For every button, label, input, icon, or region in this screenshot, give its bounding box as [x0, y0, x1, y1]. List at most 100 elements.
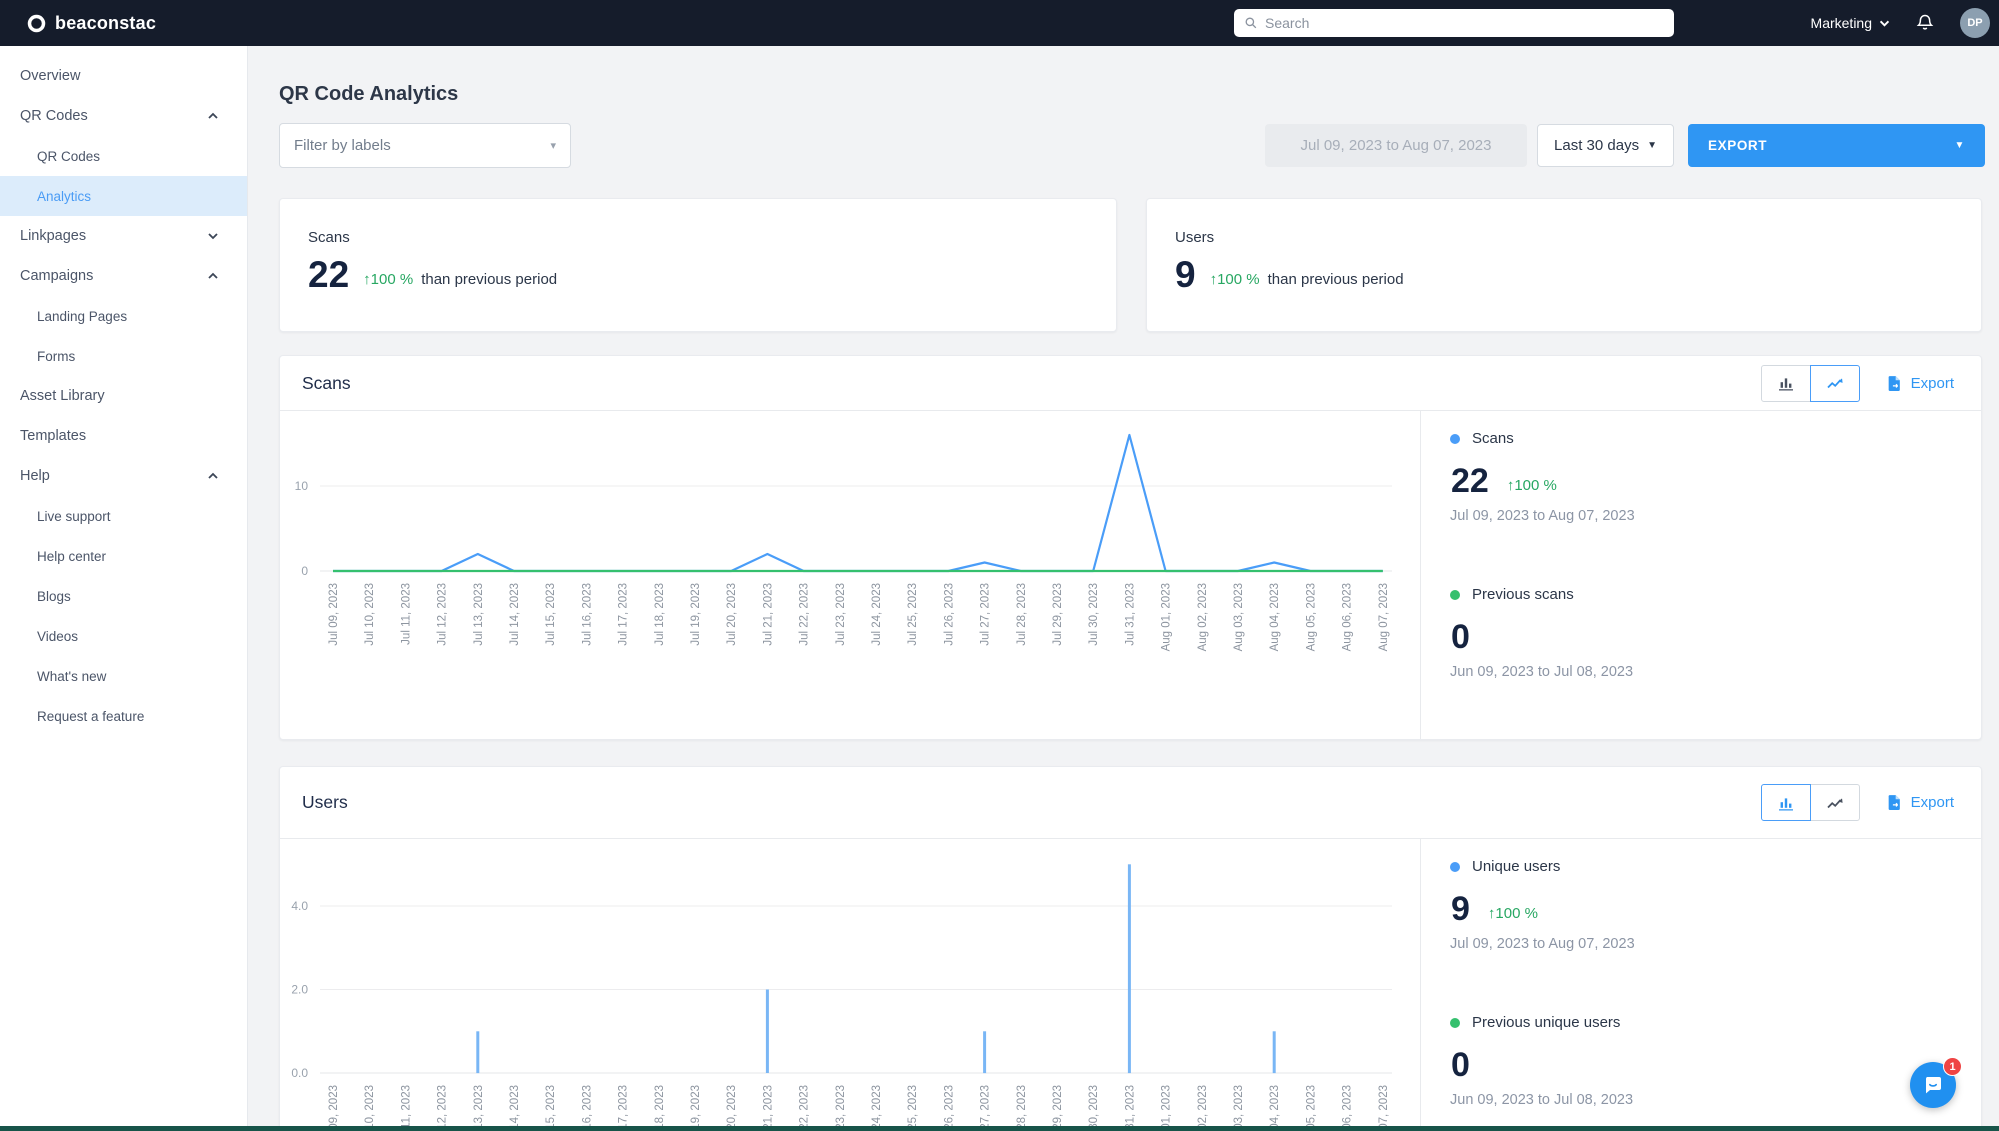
filter-placeholder: Filter by labels: [294, 137, 391, 154]
chart-type-toggle-group: [1760, 364, 1860, 402]
x-tick-label: Jul 27, 2023: [980, 583, 992, 646]
scans-chart-header: Scans Export: [280, 356, 1981, 411]
x-tick-label: Aug 04, 2023: [1269, 583, 1281, 651]
chevron-up-icon: [208, 112, 218, 119]
series-scans: [333, 433, 1383, 573]
users-legend: Unique users 9 ↑100 % Jul 09, 2023 to Au…: [1420, 839, 1981, 1131]
x-tick-label: Jul 23, 2023: [835, 583, 847, 646]
x-tick-label: Jul 31, 2023: [1124, 1085, 1136, 1131]
legend-name: Scans: [1472, 430, 1514, 447]
sidebar-item-qr-codes[interactable]: QR Codes: [0, 136, 247, 176]
scans-stat-card: Scans 22 ↑100 % than previous period: [279, 198, 1117, 332]
workspace-switcher[interactable]: Marketing: [1811, 15, 1890, 31]
x-tick-label: Jul 10, 2023: [364, 1085, 376, 1131]
legend-delta: ↑100 %: [1487, 905, 1538, 922]
avatar[interactable]: DP: [1960, 8, 1990, 38]
x-tick-label: Jul 15, 2023: [545, 1085, 557, 1131]
sidebar-item-linkpages[interactable]: Linkpages: [0, 216, 247, 256]
stat-suffix: than previous period: [421, 271, 558, 288]
stat-delta: ↑100 %: [363, 271, 414, 288]
sidebar-item-landing-pages[interactable]: Landing Pages: [0, 296, 247, 336]
legend-entry: Previous scans 0 Jun 09, 2023 to Jul 08,…: [1450, 586, 1981, 680]
chat-badge: 1: [1943, 1057, 1962, 1076]
legend-name: Previous unique users: [1472, 1014, 1621, 1031]
sidebar-item-live-support[interactable]: Live support: [0, 496, 247, 536]
workspace-label: Marketing: [1810, 15, 1872, 31]
sidebar-item-qr-codes[interactable]: QR Codes: [0, 96, 247, 136]
y-tick-label: 10: [295, 479, 309, 493]
sidebar-item-blogs[interactable]: Blogs: [0, 576, 247, 616]
chart-type-toggle-group: [1760, 784, 1860, 821]
sidebar-item-label: Asset Library: [20, 388, 105, 404]
x-tick-label: Jul 23, 2023: [835, 1085, 847, 1131]
export-button[interactable]: EXPORT ▼: [1688, 124, 1985, 167]
x-tick-label: Jul 25, 2023: [907, 583, 919, 646]
x-tick-label: Jul 26, 2023: [943, 583, 955, 646]
sidebar-item-asset-library[interactable]: Asset Library: [0, 376, 247, 416]
main-content: QR Code Analytics Filter by labels ▾ Jul…: [248, 46, 1999, 1131]
sidebar-item-label: Forms: [37, 348, 76, 364]
y-tick-label: 0: [301, 564, 308, 578]
sidebar-item-templates[interactable]: Templates: [0, 416, 247, 456]
sidebar-item-forms[interactable]: Forms: [0, 336, 247, 376]
chat-launcher[interactable]: 1: [1910, 1057, 1962, 1108]
sidebar-item-label: Request a feature: [37, 708, 145, 724]
sidebar-item-label: Videos: [37, 628, 79, 644]
legend-period: Jul 09, 2023 to Aug 07, 2023: [1450, 508, 1635, 524]
navbar-right-cluster: Marketing DP: [1811, 0, 1990, 46]
date-range-field[interactable]: Jul 09, 2023 to Aug 07, 2023: [1265, 124, 1527, 167]
export-chart-link[interactable]: Export: [1886, 794, 1954, 811]
bar-unique-users: [1272, 1031, 1276, 1074]
avatar-initials: DP: [1967, 17, 1983, 29]
sidebar-item-label: Help: [20, 468, 50, 484]
filter-by-labels-select[interactable]: Filter by labels ▾: [279, 123, 571, 168]
brand[interactable]: beaconstac: [26, 13, 156, 34]
sidebar-item-overview[interactable]: Overview: [0, 56, 247, 96]
scans-line-chart: 0 10 Jul 09, 2023 Jul 10, 2023 Jul 11, 2023 J…: [295, 433, 1392, 651]
x-tick-label: Jul 20, 2023: [726, 583, 738, 646]
x-tick-label: Jul 19, 2023: [690, 583, 702, 646]
sidebar-item-campaigns[interactable]: Campaigns: [0, 256, 247, 296]
bar-unique-users: [1127, 864, 1131, 1074]
legend-dot: [1450, 589, 1460, 600]
export-chart-link[interactable]: Export: [1886, 375, 1954, 392]
date-preset-dropdown[interactable]: Last 30 days ▼: [1537, 124, 1674, 167]
sidebar-item-analytics[interactable]: Analytics: [0, 176, 247, 216]
search-input[interactable]: [1265, 15, 1664, 31]
legend-period: Jun 09, 2023 to Jul 08, 2023: [1450, 664, 1634, 680]
bar-chart-toggle[interactable]: [1760, 364, 1811, 402]
sidebar-item-help-center[interactable]: Help center: [0, 536, 247, 576]
legend-value: 0: [1451, 618, 1470, 656]
sidebar-item-request-a-feature[interactable]: Request a feature: [0, 696, 247, 736]
stat-label: Users: [1175, 229, 1215, 246]
x-tick-label: Aug 01, 2023: [1161, 1085, 1173, 1131]
legend-period: Jul 09, 2023 to Aug 07, 2023: [1450, 936, 1635, 952]
x-tick-label: Aug 01, 2023: [1161, 583, 1173, 651]
x-tick-label: Aug 03, 2023: [1233, 583, 1245, 651]
x-tick-label: Jul 29, 2023: [1052, 1085, 1064, 1131]
legend-entry: Previous unique users 0 Jun 09, 2023 to …: [1450, 1014, 1981, 1108]
search-icon: [1244, 16, 1258, 30]
notifications-bell-icon[interactable]: [1915, 13, 1935, 33]
chevron-down-icon: [1879, 20, 1890, 27]
sidebar-item-label: Live support: [37, 508, 111, 524]
legend-dot: [1450, 1017, 1460, 1028]
sidebar-item-label: Overview: [20, 68, 81, 84]
search-box[interactable]: [1234, 9, 1674, 37]
date-range-value: Jul 09, 2023 to Aug 07, 2023: [1300, 137, 1492, 154]
x-tick-label: Jul 29, 2023: [1052, 583, 1064, 646]
line-chart-toggle[interactable]: [1809, 784, 1860, 821]
x-tick-label: Jul 09, 2023: [328, 583, 340, 646]
x-tick-label: Aug 02, 2023: [1197, 583, 1209, 651]
legend-delta: ↑100 %: [1506, 477, 1557, 494]
sidebar-item-what-s-new[interactable]: What's new: [0, 656, 247, 696]
bar-chart-toggle[interactable]: [1760, 784, 1811, 821]
stat-suffix: than previous period: [1267, 271, 1404, 288]
x-tick-label: Jul 12, 2023: [437, 583, 449, 646]
legend-entry: Unique users 9 ↑100 % Jul 09, 2023 to Au…: [1450, 858, 1981, 952]
line-chart-toggle[interactable]: [1809, 364, 1860, 402]
sidebar-item-help[interactable]: Help: [0, 456, 247, 496]
sidebar-item-videos[interactable]: Videos: [0, 616, 247, 656]
x-tick-label: Jul 15, 2023: [545, 583, 557, 646]
x-tick-label: Jul 28, 2023: [1016, 1085, 1028, 1131]
